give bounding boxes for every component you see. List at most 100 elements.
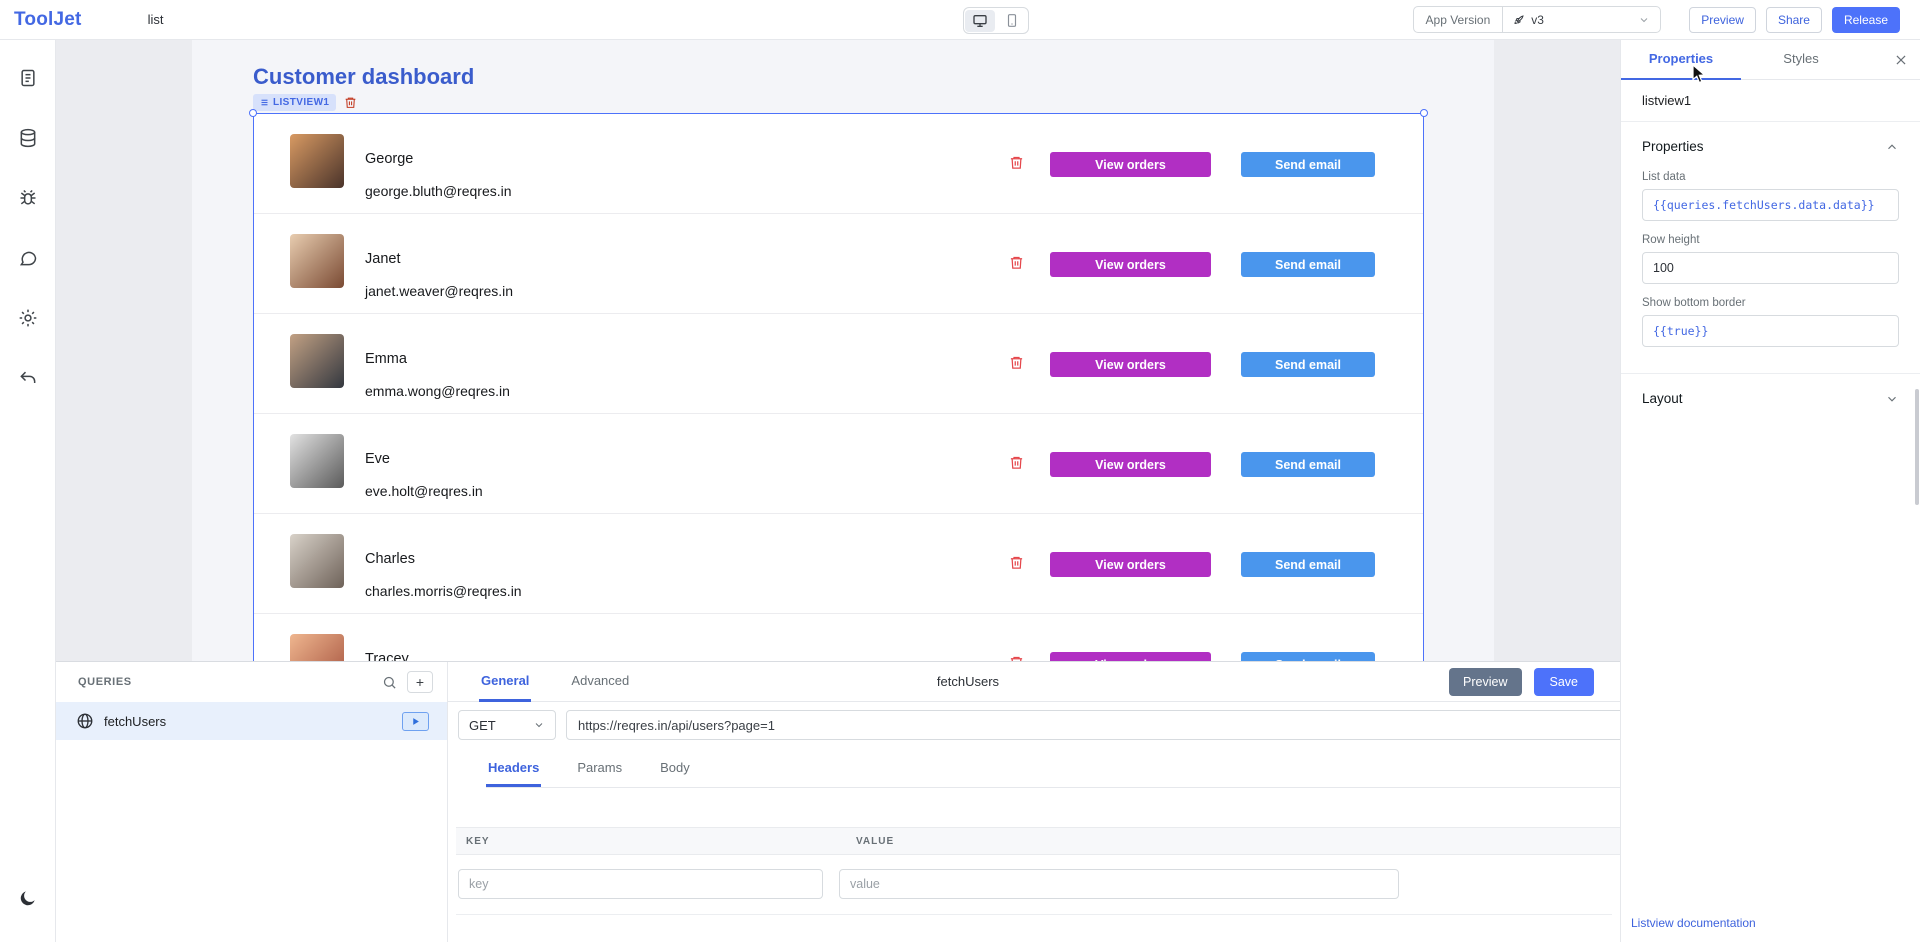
comments-icon[interactable] bbox=[11, 241, 45, 275]
resize-handle[interactable] bbox=[249, 109, 257, 117]
resize-handle[interactable] bbox=[1420, 109, 1428, 117]
show-bottom-border-label: Show bottom border bbox=[1642, 297, 1899, 309]
query-panel: QUERIES + fetchUsers General Advanced fe… bbox=[56, 661, 1620, 942]
list-item: Eve eve.holt@reqres.in View orders Send … bbox=[254, 414, 1423, 514]
properties-panel: Properties Styles listview1 Properties L… bbox=[1620, 40, 1920, 942]
chevron-up-icon bbox=[1885, 140, 1899, 154]
view-orders-button[interactable]: View orders bbox=[1050, 352, 1211, 377]
list-item: Charles charles.morris@reqres.in View or… bbox=[254, 514, 1423, 614]
database-icon[interactable] bbox=[11, 121, 45, 155]
page-title[interactable]: Customer dashboard bbox=[253, 64, 474, 90]
avatar bbox=[290, 234, 344, 288]
send-email-button[interactable]: Send email bbox=[1241, 252, 1375, 277]
send-email-button[interactable]: Send email bbox=[1241, 352, 1375, 377]
undo-icon[interactable] bbox=[11, 361, 45, 395]
delete-row-button[interactable] bbox=[1009, 555, 1024, 570]
list-data-input[interactable] bbox=[1642, 189, 1899, 221]
value-column-header: VALUE bbox=[856, 836, 894, 847]
queries-header: QUERIES bbox=[78, 676, 132, 688]
desktop-view-button[interactable] bbox=[965, 10, 995, 32]
avatar bbox=[290, 534, 344, 588]
settings-icon[interactable] bbox=[11, 301, 45, 335]
view-orders-button[interactable]: View orders bbox=[1050, 252, 1211, 277]
release-button[interactable]: Release bbox=[1832, 7, 1900, 33]
row-height-label: Row height bbox=[1642, 234, 1899, 246]
list-item: George george.bluth@reqres.in View order… bbox=[254, 114, 1423, 214]
avatar bbox=[290, 434, 344, 488]
tab-body[interactable]: Body bbox=[658, 760, 692, 787]
preview-button[interactable]: Preview bbox=[1689, 7, 1756, 33]
rocket-icon bbox=[1513, 14, 1525, 26]
layout-section-label: Layout bbox=[1642, 391, 1683, 406]
pages-icon[interactable] bbox=[11, 61, 45, 95]
customer-email: george.bluth@reqres.in bbox=[365, 183, 512, 199]
row-height-input[interactable] bbox=[1642, 252, 1899, 284]
queries-sidebar: QUERIES + fetchUsers bbox=[56, 662, 448, 942]
delete-row-button[interactable] bbox=[1009, 155, 1024, 170]
add-query-button[interactable]: + bbox=[407, 671, 433, 693]
share-button[interactable]: Share bbox=[1766, 7, 1822, 33]
query-list-item-fetchusers[interactable]: fetchUsers bbox=[56, 702, 447, 740]
properties-section-header[interactable]: Properties bbox=[1621, 122, 1920, 158]
tab-advanced[interactable]: Advanced bbox=[569, 662, 631, 702]
customer-email: janet.weaver@reqres.in bbox=[365, 283, 513, 299]
header-value-input[interactable] bbox=[839, 869, 1399, 899]
send-email-button[interactable]: Send email bbox=[1241, 452, 1375, 477]
version-select[interactable]: v3 bbox=[1502, 7, 1660, 32]
send-email-button[interactable]: Send email bbox=[1241, 552, 1375, 577]
tab-params[interactable]: Params bbox=[575, 760, 624, 787]
query-name: fetchUsers bbox=[104, 714, 166, 729]
scrollbar-thumb[interactable] bbox=[1915, 389, 1919, 505]
url-input[interactable] bbox=[566, 710, 1646, 740]
list-item: Janet janet.weaver@reqres.in View orders… bbox=[254, 214, 1423, 314]
view-orders-button[interactable]: View orders bbox=[1050, 452, 1211, 477]
layout-section-header[interactable]: Layout bbox=[1621, 373, 1920, 410]
send-email-button[interactable]: Send email bbox=[1241, 152, 1375, 177]
listview-icon bbox=[260, 98, 269, 107]
mobile-view-button[interactable] bbox=[997, 10, 1027, 32]
chevron-down-icon bbox=[1885, 392, 1899, 406]
avatar bbox=[290, 334, 344, 388]
customer-name: George bbox=[365, 151, 413, 167]
kv-table-header: KEY VALUE bbox=[456, 827, 1646, 855]
device-toggle bbox=[963, 7, 1029, 34]
customer-name: Emma bbox=[365, 351, 407, 367]
tooljet-logo[interactable]: ToolJet bbox=[14, 9, 82, 31]
query-preview-button[interactable]: Preview bbox=[1449, 668, 1521, 696]
query-editor: General Advanced fetchUsers Preview Save… bbox=[448, 662, 1654, 942]
delete-row-button[interactable] bbox=[1009, 455, 1024, 470]
tab-general[interactable]: General bbox=[479, 662, 531, 702]
topbar: ToolJet list App Version v3 bbox=[0, 0, 1920, 40]
listview-documentation-link[interactable]: Listview documentation bbox=[1631, 916, 1756, 930]
app-version-label: App Version bbox=[1414, 7, 1503, 32]
tab-properties[interactable]: Properties bbox=[1621, 40, 1741, 80]
version-value: v3 bbox=[1531, 13, 1544, 27]
app-version-group: App Version v3 bbox=[1413, 6, 1662, 33]
query-save-button[interactable]: Save bbox=[1534, 668, 1595, 696]
avatar bbox=[290, 134, 344, 188]
search-icon[interactable] bbox=[382, 675, 397, 690]
monitor-icon bbox=[972, 13, 988, 29]
tab-styles[interactable]: Styles bbox=[1741, 40, 1861, 80]
app-name[interactable]: list bbox=[148, 12, 164, 27]
delete-widget-button[interactable] bbox=[344, 96, 357, 109]
close-icon[interactable] bbox=[1894, 53, 1908, 67]
selected-widget-label: LISTVIEW1 bbox=[273, 97, 329, 108]
list-data-label: List data bbox=[1642, 171, 1899, 183]
delete-row-button[interactable] bbox=[1009, 355, 1024, 370]
customer-email: emma.wong@reqres.in bbox=[365, 383, 510, 399]
tab-headers[interactable]: Headers bbox=[486, 760, 541, 787]
dark-mode-icon[interactable] bbox=[11, 881, 45, 915]
list-item: Emma emma.wong@reqres.in View orders Sen… bbox=[254, 314, 1423, 414]
run-query-button[interactable] bbox=[402, 712, 429, 731]
method-select[interactable]: GET bbox=[458, 710, 556, 740]
view-orders-button[interactable]: View orders bbox=[1050, 152, 1211, 177]
selected-widget-badge: LISTVIEW1 bbox=[253, 94, 336, 111]
listview-widget[interactable]: George george.bluth@reqres.in View order… bbox=[253, 113, 1424, 713]
header-key-input[interactable] bbox=[458, 869, 823, 899]
properties-section-label: Properties bbox=[1642, 139, 1704, 154]
delete-row-button[interactable] bbox=[1009, 255, 1024, 270]
show-bottom-border-input[interactable] bbox=[1642, 315, 1899, 347]
view-orders-button[interactable]: View orders bbox=[1050, 552, 1211, 577]
debugger-icon[interactable] bbox=[11, 181, 45, 215]
